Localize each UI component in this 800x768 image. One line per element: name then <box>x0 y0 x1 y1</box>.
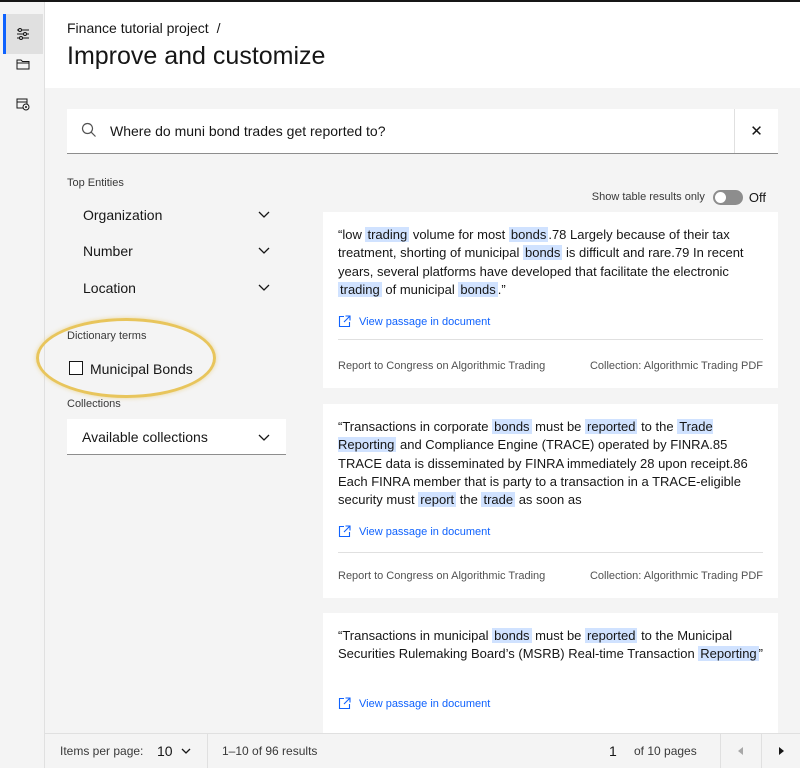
breadcrumb-project-link[interactable]: Finance tutorial project <box>67 20 209 36</box>
toggle-label: Show table results only <box>591 191 705 203</box>
highlighted-term: report <box>418 492 457 508</box>
highlighted-term: reported <box>585 419 638 434</box>
search-icon <box>81 122 96 137</box>
facet-label: Location <box>83 280 136 296</box>
result-card: “Transactions in municipal bonds must be… <box>323 613 778 733</box>
highlighted-term: Reporting <box>698 646 759 662</box>
passage-segment: must be <box>531 419 586 434</box>
link-label: View passage in document <box>359 697 491 710</box>
highlighted-term: trading <box>365 227 410 242</box>
folder-icon <box>16 59 30 70</box>
page-title: Improve and customize <box>67 42 326 70</box>
highlighted-term: bonds <box>508 227 549 242</box>
clear-search-button[interactable]: ✕ <box>734 109 778 153</box>
checkbox-label: Municipal Bonds <box>90 361 193 377</box>
pager-divider <box>207 734 208 768</box>
dictionary-term-checkbox-row[interactable]: Municipal Bonds <box>67 359 267 381</box>
table-results-toggle-row: Show table results only Off <box>592 187 766 207</box>
highlighted-term: bonds <box>522 245 563 261</box>
link-label: View passage in document <box>359 525 491 538</box>
previous-page-button[interactable] <box>721 734 761 768</box>
passage-text: “low trading volume for most bonds .78 La… <box>338 226 768 299</box>
caret-right-icon <box>779 747 784 755</box>
facet-organization[interactable]: Organization <box>67 197 286 233</box>
breadcrumb: Finance tutorial project / <box>67 20 221 36</box>
page-header: Finance tutorial project / Improve and cu… <box>45 2 800 88</box>
facet-label: Number <box>83 243 133 259</box>
card-divider <box>338 339 763 340</box>
settings-sliders-icon <box>17 28 29 40</box>
breadcrumb-separator: / <box>216 20 221 36</box>
highlighted-term: bonds <box>458 281 498 297</box>
caret-left-icon <box>738 747 743 755</box>
view-passage-link[interactable]: View passage in document <box>338 697 490 710</box>
view-passage-link[interactable]: View passage in document <box>338 525 490 538</box>
highlighted-term: trade <box>481 492 516 508</box>
next-page-button[interactable] <box>762 734 800 768</box>
source-document: Report to Congress on Algorithmic Tradin… <box>338 570 546 582</box>
passage-segment: must be <box>531 628 586 643</box>
table-results-toggle[interactable] <box>712 189 743 205</box>
total-pages-label: of 10 pages <box>634 744 697 758</box>
passage-segment: “low <box>338 227 366 242</box>
left-rail <box>0 2 45 768</box>
result-card: “Transactions in corporate bonds must be… <box>323 404 778 598</box>
highlighted-term: bonds <box>492 419 532 434</box>
passage-segment: of municipal <box>381 281 459 297</box>
collections-dropdown[interactable]: Available collections <box>67 419 286 455</box>
pagination-bar: Items per page: 10 1–10 of 96 results 1 … <box>45 733 800 768</box>
chevron-down-icon <box>258 284 270 291</box>
chevron-down-icon <box>258 211 270 218</box>
launch-icon <box>338 315 351 328</box>
chevron-down-icon <box>258 247 270 254</box>
search-bar: Where do muni bond trades get reported t… <box>67 109 778 154</box>
items-per-page-label: Items per page: <box>60 744 144 758</box>
top-entities-heading: Top Entities <box>67 177 124 189</box>
items-per-page-select[interactable]: 10 <box>157 734 191 768</box>
items-per-page-value: 10 <box>157 743 173 759</box>
highlighted-term: reported <box>585 628 638 643</box>
passage-segment: the <box>456 492 482 508</box>
collection-label: Collection: Algorithmic Trading PDF <box>589 360 763 372</box>
passage-segment: ” <box>758 646 763 662</box>
collections-heading: Collections <box>67 398 121 410</box>
passage-text: “Transactions in corporate bonds must be… <box>338 418 768 509</box>
rail-collections-button[interactable] <box>3 84 43 124</box>
data-collection-icon <box>16 98 30 111</box>
toggle-state-label: Off <box>748 189 766 205</box>
passage-text: “Transactions in municipal bonds must be… <box>338 627 768 664</box>
passage-segment: as soon as <box>515 492 582 508</box>
highlighted-term: bonds <box>492 628 532 643</box>
launch-icon <box>338 525 351 538</box>
highlighted-term: trading <box>338 281 382 297</box>
chevron-down-icon <box>258 434 270 441</box>
close-icon: ✕ <box>750 123 763 140</box>
rail-documents-button[interactable] <box>3 44 43 84</box>
search-input[interactable]: Where do muni bond trades get reported t… <box>110 123 386 139</box>
result-card: “low trading volume for most bonds .78 La… <box>323 212 778 388</box>
facet-label: Organization <box>83 207 163 223</box>
passage-segment: .” <box>497 281 506 297</box>
current-page-select[interactable]: 1 <box>609 734 617 768</box>
passage-segment: to the <box>637 419 678 434</box>
collection-label: Collection: Algorithmic Trading PDF <box>589 570 763 582</box>
dropdown-value: Available collections <box>82 429 208 445</box>
chevron-down-icon <box>181 748 191 754</box>
launch-icon <box>338 697 351 710</box>
passage-segment: “Transactions in municipal <box>338 628 493 643</box>
view-passage-link[interactable]: View passage in document <box>338 315 490 328</box>
passage-segment: “Transactions in corporate <box>338 419 493 434</box>
facet-location[interactable]: Location <box>67 270 286 306</box>
facet-number[interactable]: Number <box>67 233 286 269</box>
passage-segment: volume for most <box>409 227 509 242</box>
link-label: View passage in document <box>359 315 491 328</box>
results-range: 1–10 of 96 results <box>222 744 318 758</box>
municipal-bonds-checkbox[interactable] <box>69 361 83 375</box>
card-divider <box>338 552 763 553</box>
source-document: Report to Congress on Algorithmic Tradin… <box>338 360 546 372</box>
dictionary-terms-heading: Dictionary terms <box>67 330 147 342</box>
current-page-value: 1 <box>609 743 617 759</box>
